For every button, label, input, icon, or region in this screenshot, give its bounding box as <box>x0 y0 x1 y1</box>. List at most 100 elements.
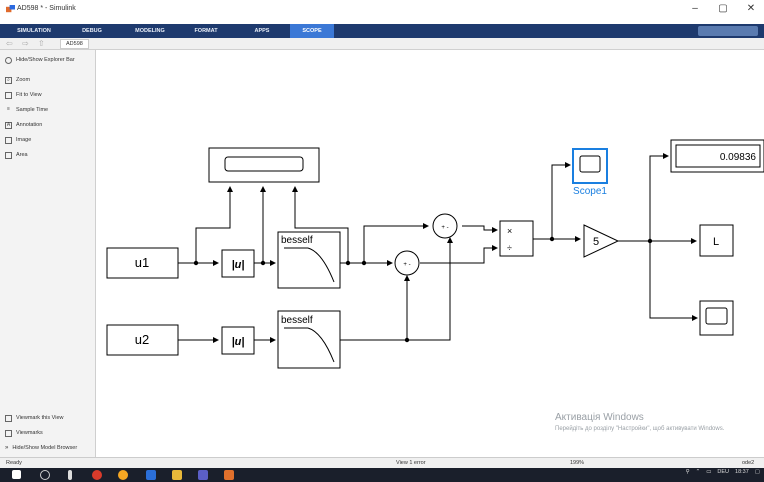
status-ready: Ready <box>6 460 22 466</box>
sidebar-item-label: Image <box>16 137 32 143</box>
besself-2-label: besself <box>281 315 313 326</box>
matlab-icon[interactable] <box>224 470 234 480</box>
sidebar-item-area[interactable]: Area <box>5 150 28 160</box>
sidebar-item-label: Sample Time <box>16 107 49 113</box>
window-title: AD598 * - Simulink <box>17 5 76 12</box>
sum-1-signs: + - <box>441 225 448 231</box>
sidebar-item-hide-show-explorer[interactable]: Hide/Show Explorer Bar <box>5 55 75 65</box>
zoom-icon: ⌕ <box>5 76 12 84</box>
explorer-sidebar: Hide/Show Explorer Bar ⌕ Zoom Fit to Vie… <box>0 50 96 457</box>
sidebar-item-label: Zoom <box>16 77 31 83</box>
input-u1-block[interactable]: u1 <box>106 247 179 279</box>
up-arrow-icon[interactable]: ⇧ <box>38 39 45 48</box>
display-value: 0.09836 <box>720 152 757 163</box>
sidebar-item-annotation[interactable]: A Annotation <box>5 120 42 130</box>
status-error-link[interactable]: View 1 error <box>396 460 426 466</box>
chevron-icon: » <box>5 445 9 451</box>
image-icon <box>5 136 12 144</box>
sidebar-item-hide-show-model-browser[interactable]: » Hide/Show Model Browser <box>5 443 77 453</box>
sidebar-item-label: Area <box>16 152 28 158</box>
gain-value: 5 <box>593 236 599 248</box>
goto-tag-label: L <box>713 236 719 248</box>
sidebar-item-label: Hide/Show Model Browser <box>12 445 78 451</box>
tab-debug[interactable]: DEBUG <box>72 24 112 38</box>
forward-arrow-icon[interactable]: ⇨ <box>22 39 29 48</box>
watermark-title: Активація Windows <box>555 412 644 423</box>
product-block[interactable]: × ÷ <box>499 220 534 257</box>
system-tray: ⚲ ⌃ ▭ DEU 18:37 ▢ <box>686 469 760 475</box>
display-block-value[interactable]: 0.09836 <box>670 139 764 173</box>
abs-1-label: |u| <box>232 259 245 271</box>
sidebar-item-sample-time[interactable]: ≡ Sample Time <box>5 105 48 115</box>
fit-view-icon <box>5 91 12 99</box>
windows-activation-watermark: Активація Windows Перейдіть до розділу "… <box>555 412 755 433</box>
scope1-block[interactable]: Scope1 <box>572 148 608 197</box>
ribbon-tabs: SIMULATION DEBUG MODELING FORMAT APPS SC… <box>0 24 764 38</box>
taskview-icon[interactable] <box>68 470 72 480</box>
sidebar-item-label: Annotation <box>16 122 43 128</box>
tab-scope[interactable]: SCOPE <box>290 24 334 38</box>
scope2-block[interactable] <box>699 300 734 336</box>
tab-apps[interactable]: APPS <box>244 24 280 38</box>
viewmark-icon <box>5 414 12 422</box>
breadcrumb[interactable]: AD598 <box>60 39 89 49</box>
sidebar-item-label: Viewmarks <box>16 430 43 436</box>
clock[interactable]: 18:37 <box>735 469 749 475</box>
notification-icon[interactable]: ▢ <box>755 469 760 475</box>
start-icon[interactable] <box>12 470 21 479</box>
network-icon[interactable]: ▭ <box>706 469 711 475</box>
word-icon[interactable] <box>146 470 156 480</box>
status-solver[interactable]: ode2 <box>742 460 754 466</box>
product-divide-op: ÷ <box>507 243 512 253</box>
status-zoom: 199% <box>570 460 585 466</box>
watermark-subtitle: Перейдіть до розділу "Настройки", щоб ак… <box>555 426 725 432</box>
sidebar-item-label: Fit to View <box>16 92 42 98</box>
sidebar-item-zoom[interactable]: ⌕ Zoom <box>5 75 30 85</box>
tab-format[interactable]: FORMAT <box>186 24 226 38</box>
back-arrow-icon[interactable]: ⇦ <box>6 39 13 48</box>
teams-icon[interactable] <box>198 470 208 480</box>
close-button[interactable]: ✕ <box>744 2 758 16</box>
tab-modeling[interactable]: MODELING <box>126 24 174 38</box>
abs-block-1[interactable]: |u| <box>221 249 255 278</box>
people-icon[interactable]: ⚲ <box>686 469 690 475</box>
opera-icon[interactable] <box>92 470 102 480</box>
sum-2-signs: + - <box>403 262 410 268</box>
area-icon <box>5 151 12 159</box>
besself-filter-1[interactable]: besself <box>277 231 341 289</box>
title-bar: AD598 * - Simulink – ▢ ✕ <box>0 0 764 24</box>
maximize-button[interactable]: ▢ <box>716 2 730 16</box>
block-diagram: u1 u2 |u| |u| besself besself + - + - × … <box>106 139 764 369</box>
sample-time-icon: ≡ <box>7 105 10 112</box>
model-canvas[interactable]: u1 u2 |u| |u| besself besself + - + - × … <box>96 50 764 457</box>
windows-taskbar: ⚲ ⌃ ▭ DEU 18:37 ▢ <box>0 468 764 482</box>
annotation-icon: A <box>5 121 12 129</box>
navigation-toolbar: ⇦ ⇨ ⇧ AD598 <box>0 38 764 50</box>
file-explorer-icon[interactable] <box>172 470 182 480</box>
minimize-button[interactable]: – <box>688 2 702 16</box>
display-block-top[interactable] <box>208 147 320 183</box>
abs-block-2[interactable]: |u| <box>221 326 255 355</box>
search-icon[interactable] <box>40 470 50 480</box>
gain-block[interactable]: 5 <box>583 224 620 258</box>
scope1-label: Scope1 <box>573 186 607 197</box>
goto-block-l[interactable]: L <box>699 224 734 257</box>
sidebar-item-viewmarks[interactable]: Viewmarks <box>5 428 43 438</box>
language-indicator[interactable]: DEU <box>717 469 729 475</box>
simulink-app-icon <box>6 5 15 13</box>
besself-filter-2[interactable]: besself <box>277 310 341 369</box>
chrome-icon[interactable] <box>118 470 128 480</box>
abs-2-label: |u| <box>232 336 245 348</box>
sidebar-item-label: Hide/Show Explorer Bar <box>16 57 75 63</box>
input-u2-block[interactable]: u2 <box>106 324 179 356</box>
tab-simulation[interactable]: SIMULATION <box>10 24 58 38</box>
besself-1-label: besself <box>281 235 313 246</box>
sidebar-item-fit-to-view[interactable]: Fit to View <box>5 90 42 100</box>
sidebar-item-viewmark-this-view[interactable]: Viewmark this View <box>5 413 63 423</box>
sum-block-2[interactable]: + - <box>394 250 420 276</box>
quick-access-toolbar[interactable] <box>698 26 758 36</box>
chevron-up-icon[interactable]: ⌃ <box>696 469 701 475</box>
input-u1-label: u1 <box>135 255 149 270</box>
sidebar-item-image[interactable]: Image <box>5 135 31 145</box>
sum-block-1[interactable]: + - <box>432 213 458 239</box>
